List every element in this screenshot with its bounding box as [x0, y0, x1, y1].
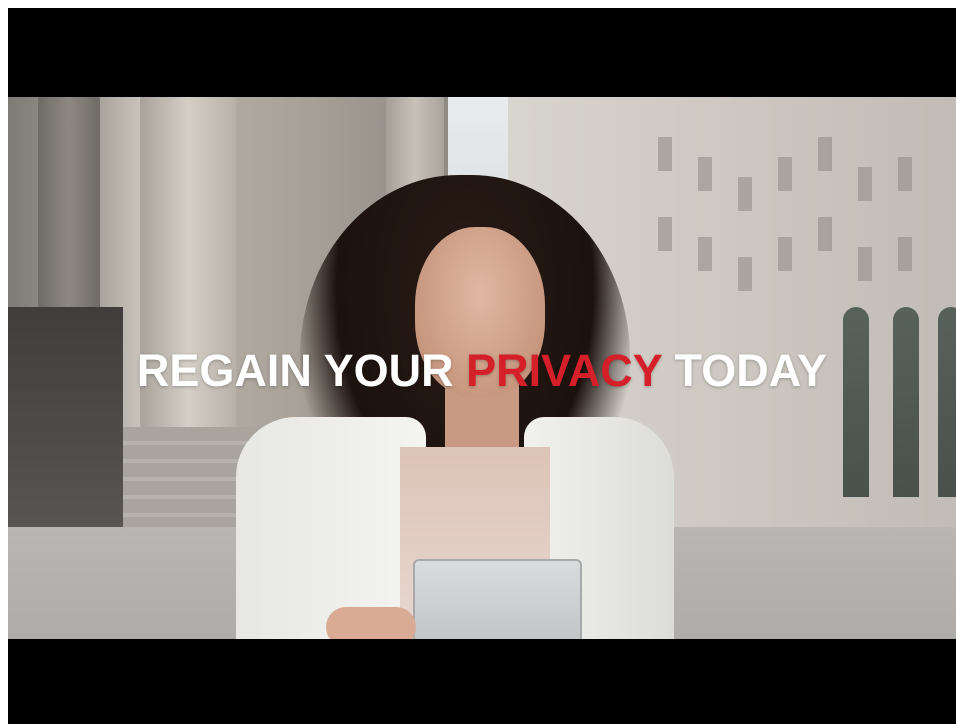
tablet	[413, 559, 582, 639]
window	[698, 157, 712, 191]
window	[818, 217, 832, 251]
arch-window	[938, 307, 956, 497]
window	[818, 137, 832, 171]
window	[738, 257, 752, 291]
window	[858, 167, 872, 201]
window	[898, 157, 912, 191]
window	[738, 177, 752, 211]
arch-window	[843, 307, 869, 497]
window	[898, 237, 912, 271]
headline-part1: REGAIN YOUR	[136, 345, 467, 396]
video-frame[interactable]: REGAIN YOUR PRIVACY TODAY	[8, 8, 956, 724]
headline: REGAIN YOUR PRIVACY TODAY	[8, 348, 956, 393]
window	[698, 237, 712, 271]
headline-part2: TODAY	[662, 345, 828, 396]
window	[778, 157, 792, 191]
window	[778, 237, 792, 271]
window	[858, 247, 872, 281]
window	[658, 137, 672, 171]
hand	[326, 607, 416, 639]
jacket-left	[236, 417, 426, 639]
window	[658, 217, 672, 251]
headline-accent: PRIVACY	[466, 345, 663, 396]
arch-window	[893, 307, 919, 497]
